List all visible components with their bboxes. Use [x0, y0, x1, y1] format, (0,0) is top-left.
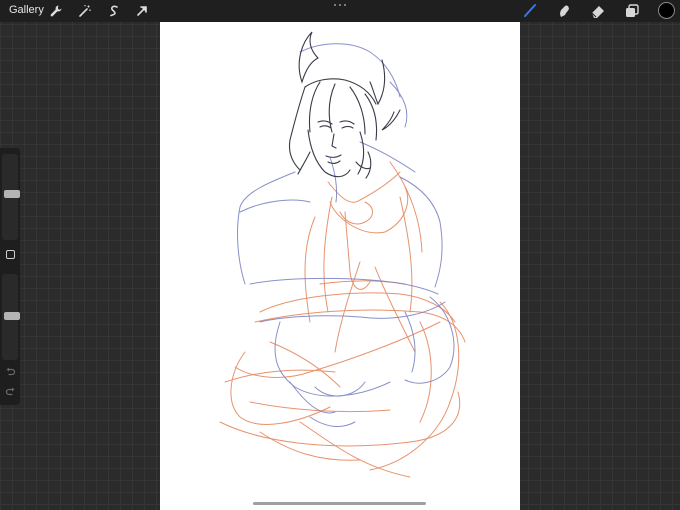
- brush-icon[interactable]: [522, 3, 538, 19]
- opacity-thumb[interactable]: [4, 312, 20, 320]
- top-toolbar: Gallery: [0, 0, 680, 22]
- brush-size-thumb[interactable]: [4, 190, 20, 198]
- gallery-button[interactable]: Gallery: [9, 4, 44, 16]
- drawing-canvas[interactable]: [160, 22, 520, 510]
- magic-wand-icon[interactable]: [77, 3, 93, 19]
- color-picker-button[interactable]: [658, 2, 675, 19]
- modify-button[interactable]: [6, 250, 15, 259]
- layers-icon[interactable]: [624, 3, 640, 19]
- undo-icon[interactable]: [3, 364, 17, 378]
- smudge-icon[interactable]: [556, 3, 572, 19]
- transform-arrow-icon[interactable]: [134, 3, 150, 19]
- selection-icon[interactable]: [106, 3, 122, 19]
- left-sidebar: [0, 148, 20, 405]
- home-indicator: [253, 502, 426, 505]
- eraser-icon[interactable]: [590, 3, 606, 19]
- redo-icon[interactable]: [3, 384, 17, 398]
- brush-size-slider[interactable]: [2, 154, 20, 240]
- sketch-artwork: [219, 31, 466, 478]
- wrench-icon[interactable]: [48, 3, 64, 19]
- drag-handle[interactable]: [334, 4, 346, 7]
- opacity-slider[interactable]: [2, 274, 20, 360]
